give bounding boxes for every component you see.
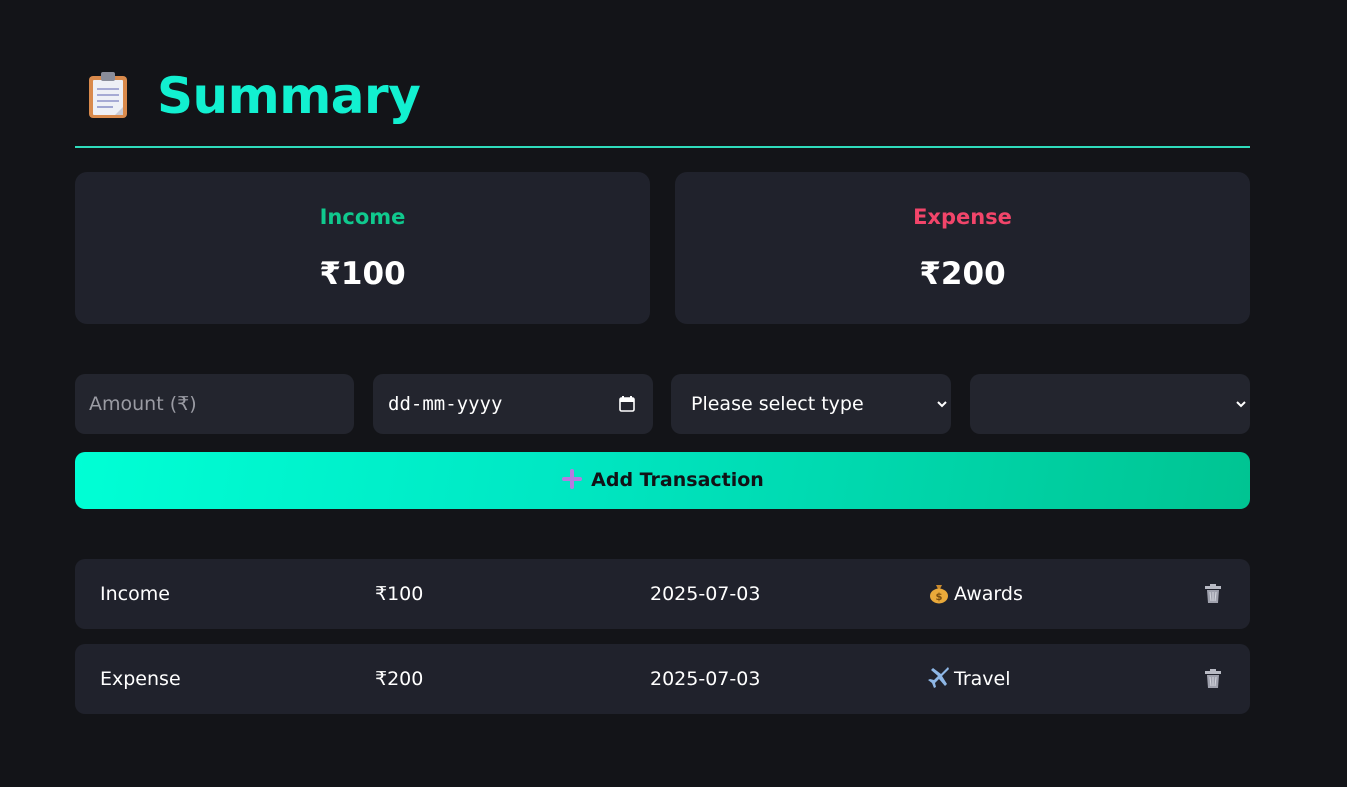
clipboard-icon bbox=[89, 72, 127, 118]
page-title: Summary bbox=[157, 67, 421, 125]
transaction-category-label: Awards bbox=[954, 583, 1023, 605]
trash-icon[interactable] bbox=[1204, 584, 1222, 604]
date-input-value: dd-mm-yyyy bbox=[388, 393, 503, 415]
transaction-type: Income bbox=[100, 583, 170, 605]
airplane-icon bbox=[928, 666, 949, 688]
chevron-down-icon bbox=[937, 401, 947, 408]
add-transaction-button[interactable]: Add Transaction bbox=[75, 452, 1250, 509]
transaction-type: Expense bbox=[100, 668, 181, 690]
transaction-category-label: Travel bbox=[954, 668, 1011, 690]
plus-icon bbox=[562, 468, 583, 489]
money-bag-icon: $ bbox=[930, 584, 948, 603]
expense-label: Expense bbox=[913, 205, 1012, 229]
amount-input[interactable] bbox=[75, 374, 354, 434]
summary-header: Summary bbox=[75, 62, 1250, 148]
type-select[interactable]: Please select type bbox=[671, 374, 951, 434]
amount-field[interactable] bbox=[75, 374, 354, 434]
transaction-amount: ₹100 bbox=[375, 583, 424, 605]
transaction-row: Expense ₹200 2025-07-03 Travel bbox=[75, 644, 1250, 714]
category-select[interactable] bbox=[970, 374, 1250, 434]
transaction-date: 2025-07-03 bbox=[650, 668, 761, 690]
expense-value: ₹200 bbox=[919, 256, 1006, 292]
calendar-icon[interactable] bbox=[619, 396, 635, 412]
svg-text:$: $ bbox=[936, 592, 943, 603]
income-value: ₹100 bbox=[319, 256, 406, 292]
transaction-category: Travel bbox=[928, 644, 1010, 714]
income-label: Income bbox=[319, 205, 406, 229]
add-transaction-label: Add Transaction bbox=[591, 469, 764, 491]
transaction-category: $ Awards bbox=[928, 559, 1023, 629]
date-field[interactable]: dd-mm-yyyy bbox=[373, 374, 653, 434]
type-select-value: Please select type bbox=[691, 393, 864, 415]
income-card: Income ₹100 bbox=[75, 172, 650, 324]
transaction-date: 2025-07-03 bbox=[650, 583, 761, 605]
chevron-down-icon bbox=[1236, 401, 1246, 408]
expense-card: Expense ₹200 bbox=[675, 172, 1250, 324]
transaction-row: Income ₹100 2025-07-03 $ Awards bbox=[75, 559, 1250, 629]
transaction-amount: ₹200 bbox=[375, 668, 424, 690]
trash-icon[interactable] bbox=[1204, 669, 1222, 689]
